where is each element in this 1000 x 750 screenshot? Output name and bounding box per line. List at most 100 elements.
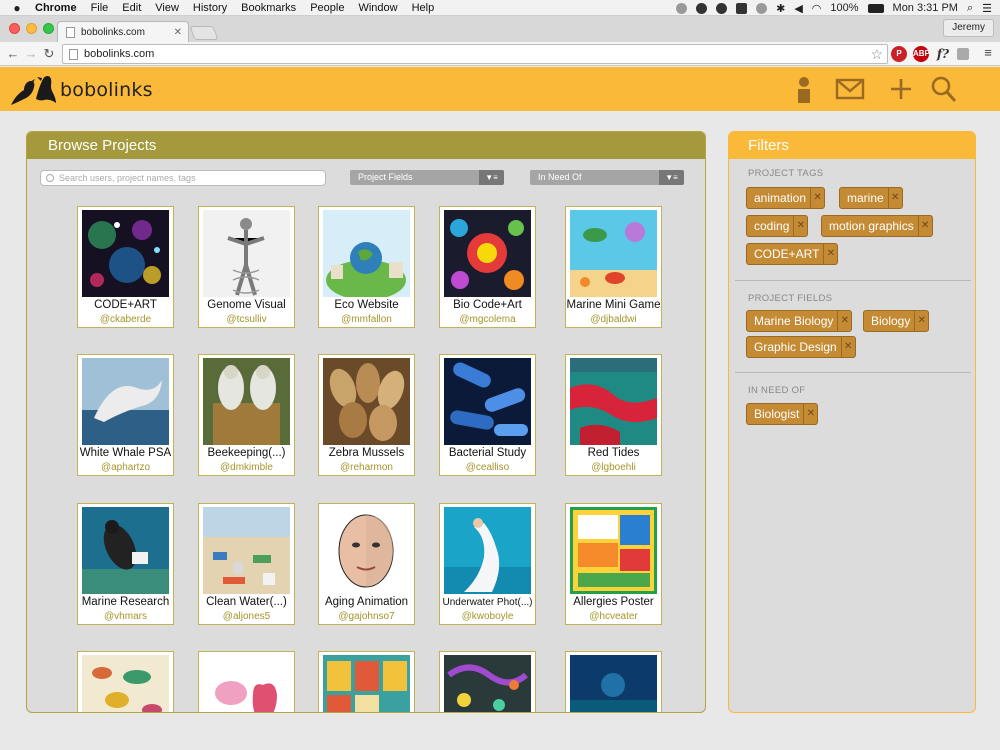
- filter-chip[interactable]: Marine Biology ✕: [746, 310, 853, 332]
- pinterest-icon[interactable]: P: [891, 46, 907, 62]
- menu-file[interactable]: File: [84, 2, 116, 14]
- wifi-icon[interactable]: ◠: [812, 2, 822, 15]
- zoom-window-button[interactable]: [43, 23, 54, 34]
- in-need-of-dropdown[interactable]: In Need Of ▼≡: [530, 170, 684, 185]
- project-card[interactable]: Bacterial Study @cealliso: [439, 354, 536, 476]
- address-bar[interactable]: bobolinks.com ☆: [62, 44, 888, 64]
- menu-window[interactable]: Window: [351, 2, 404, 14]
- globe-icon[interactable]: [676, 2, 688, 14]
- bookmark-star-icon[interactable]: ☆: [870, 46, 883, 63]
- remove-chip-icon[interactable]: ✕: [803, 404, 817, 424]
- filter-chip[interactable]: motion graphics ✕: [821, 215, 933, 237]
- project-card[interactable]: Beekeeping(...) @dmkimble: [198, 354, 295, 476]
- project-user-link[interactable]: @djbaldwi: [566, 314, 661, 325]
- project-card[interactable]: Zebra Mussels @reharmon: [318, 354, 415, 476]
- url-text[interactable]: bobolinks.com: [84, 48, 154, 60]
- menu-people[interactable]: People: [303, 2, 351, 14]
- project-user-link[interactable]: @hcveater: [566, 611, 661, 622]
- apple-icon[interactable]: ●: [6, 1, 28, 15]
- project-card[interactable]: [198, 651, 295, 712]
- project-fields-dropdown[interactable]: Project Fields ▼≡: [350, 170, 504, 185]
- k-icon[interactable]: [756, 2, 768, 14]
- project-card[interactable]: Allergies Poster @hcveater: [565, 503, 662, 625]
- project-card[interactable]: Bio Code+Art @mgcolema: [439, 206, 536, 328]
- filter-chip[interactable]: marine ✕: [839, 187, 903, 209]
- project-card[interactable]: Clean Water(...) @aljones5: [198, 503, 295, 625]
- browser-tab[interactable]: bobolinks.com ✕: [57, 21, 189, 42]
- project-card[interactable]: [565, 651, 662, 712]
- remove-chip-icon[interactable]: ✕: [810, 188, 824, 208]
- project-card[interactable]: White Whale PSA @aphartzo: [77, 354, 174, 476]
- project-user-link[interactable]: @reharmon: [319, 462, 414, 473]
- notification-center-icon[interactable]: ☰: [982, 2, 992, 15]
- remove-chip-icon[interactable]: ✕: [887, 188, 902, 208]
- remove-chip-icon[interactable]: ✕: [823, 244, 837, 264]
- user-icon[interactable]: [789, 75, 819, 103]
- evernote-icon[interactable]: [716, 2, 728, 14]
- menu-history[interactable]: History: [186, 2, 234, 14]
- project-card[interactable]: Eco Website @mmfallon: [318, 206, 415, 328]
- creative-cloud-icon[interactable]: [696, 2, 708, 14]
- chrome-menu-icon[interactable]: ≡: [980, 46, 996, 62]
- mail-icon[interactable]: [835, 75, 865, 103]
- project-card[interactable]: [439, 651, 536, 712]
- reload-icon[interactable]: ↻: [42, 46, 56, 62]
- search-input[interactable]: Search users, project names, tags: [40, 170, 326, 186]
- bluetooth-icon[interactable]: ✱: [776, 2, 785, 15]
- project-card[interactable]: Genome Visual @tcsulliv: [198, 206, 295, 328]
- project-card[interactable]: Marine Research @vhmars: [77, 503, 174, 625]
- project-user-link[interactable]: @cealliso: [440, 462, 535, 473]
- remove-chip-icon[interactable]: ✕: [917, 216, 932, 236]
- project-user-link[interactable]: @aphartzo: [78, 462, 173, 473]
- volume-icon[interactable]: ◀: [794, 2, 802, 15]
- dropbox-icon[interactable]: [736, 2, 748, 14]
- menu-help[interactable]: Help: [405, 2, 442, 14]
- remove-chip-icon[interactable]: ✕: [837, 311, 851, 331]
- close-tab-icon[interactable]: ✕: [174, 27, 182, 38]
- remove-chip-icon[interactable]: ✕: [793, 216, 807, 236]
- project-card[interactable]: Aging Animation @gajohnso7: [318, 503, 415, 625]
- whatfont-icon[interactable]: f?: [935, 46, 951, 62]
- search-icon[interactable]: [929, 75, 959, 103]
- menu-app[interactable]: Chrome: [28, 2, 84, 14]
- project-user-link[interactable]: @lgboehli: [566, 462, 661, 473]
- project-user-link[interactable]: @gajohnso7: [319, 611, 414, 622]
- adblock-icon[interactable]: ABP: [913, 46, 930, 62]
- remove-chip-icon[interactable]: ✕: [840, 337, 855, 357]
- menu-view[interactable]: View: [148, 2, 186, 14]
- menu-bookmarks[interactable]: Bookmarks: [234, 2, 303, 14]
- filter-chip[interactable]: coding ✕: [746, 215, 809, 237]
- new-tab-button[interactable]: [189, 26, 219, 40]
- project-card[interactable]: Marine Mini Game @djbaldwi: [565, 206, 662, 328]
- project-user-link[interactable]: @tcsulliv: [199, 314, 294, 325]
- menu-edit[interactable]: Edit: [115, 2, 148, 14]
- profile-button[interactable]: Jeremy: [943, 19, 994, 37]
- project-user-link[interactable]: @vhmars: [78, 611, 173, 622]
- project-card[interactable]: [318, 651, 415, 712]
- plus-icon[interactable]: [886, 75, 916, 103]
- site-logo[interactable]: bobolinks: [8, 73, 153, 107]
- filter-chip[interactable]: Biologist ✕: [746, 403, 819, 425]
- minimize-window-button[interactable]: [26, 23, 37, 34]
- filter-chip[interactable]: Graphic Design ✕: [746, 336, 856, 358]
- forward-icon[interactable]: →: [24, 46, 38, 62]
- project-card[interactable]: CODE+ART @ckaberde: [77, 206, 174, 328]
- back-icon[interactable]: ←: [6, 46, 20, 62]
- project-user-link[interactable]: @ckaberde: [78, 314, 173, 325]
- filter-chip[interactable]: CODE+ART ✕: [746, 243, 839, 265]
- project-user-link[interactable]: @mgcolema: [440, 314, 535, 325]
- remove-chip-icon[interactable]: ✕: [914, 311, 928, 331]
- project-user-link[interactable]: @kwoboyle: [440, 611, 535, 622]
- filter-chip[interactable]: animation ✕: [746, 187, 826, 209]
- project-card[interactable]: Underwater Phot(...) @kwoboyle: [439, 503, 536, 625]
- battery-text[interactable]: 100%: [830, 2, 858, 14]
- project-card[interactable]: [77, 651, 174, 712]
- close-window-button[interactable]: [9, 23, 20, 34]
- project-user-link[interactable]: @aljones5: [199, 611, 294, 622]
- spotlight-icon[interactable]: ⌕: [967, 2, 973, 15]
- project-user-link[interactable]: @dmkimble: [199, 462, 294, 473]
- clock[interactable]: Mon 3:31 PM: [893, 2, 958, 14]
- filter-chip[interactable]: Biology ✕: [863, 310, 930, 332]
- layers-icon[interactable]: [957, 48, 969, 60]
- project-card[interactable]: Red Tides @lgboehli: [565, 354, 662, 476]
